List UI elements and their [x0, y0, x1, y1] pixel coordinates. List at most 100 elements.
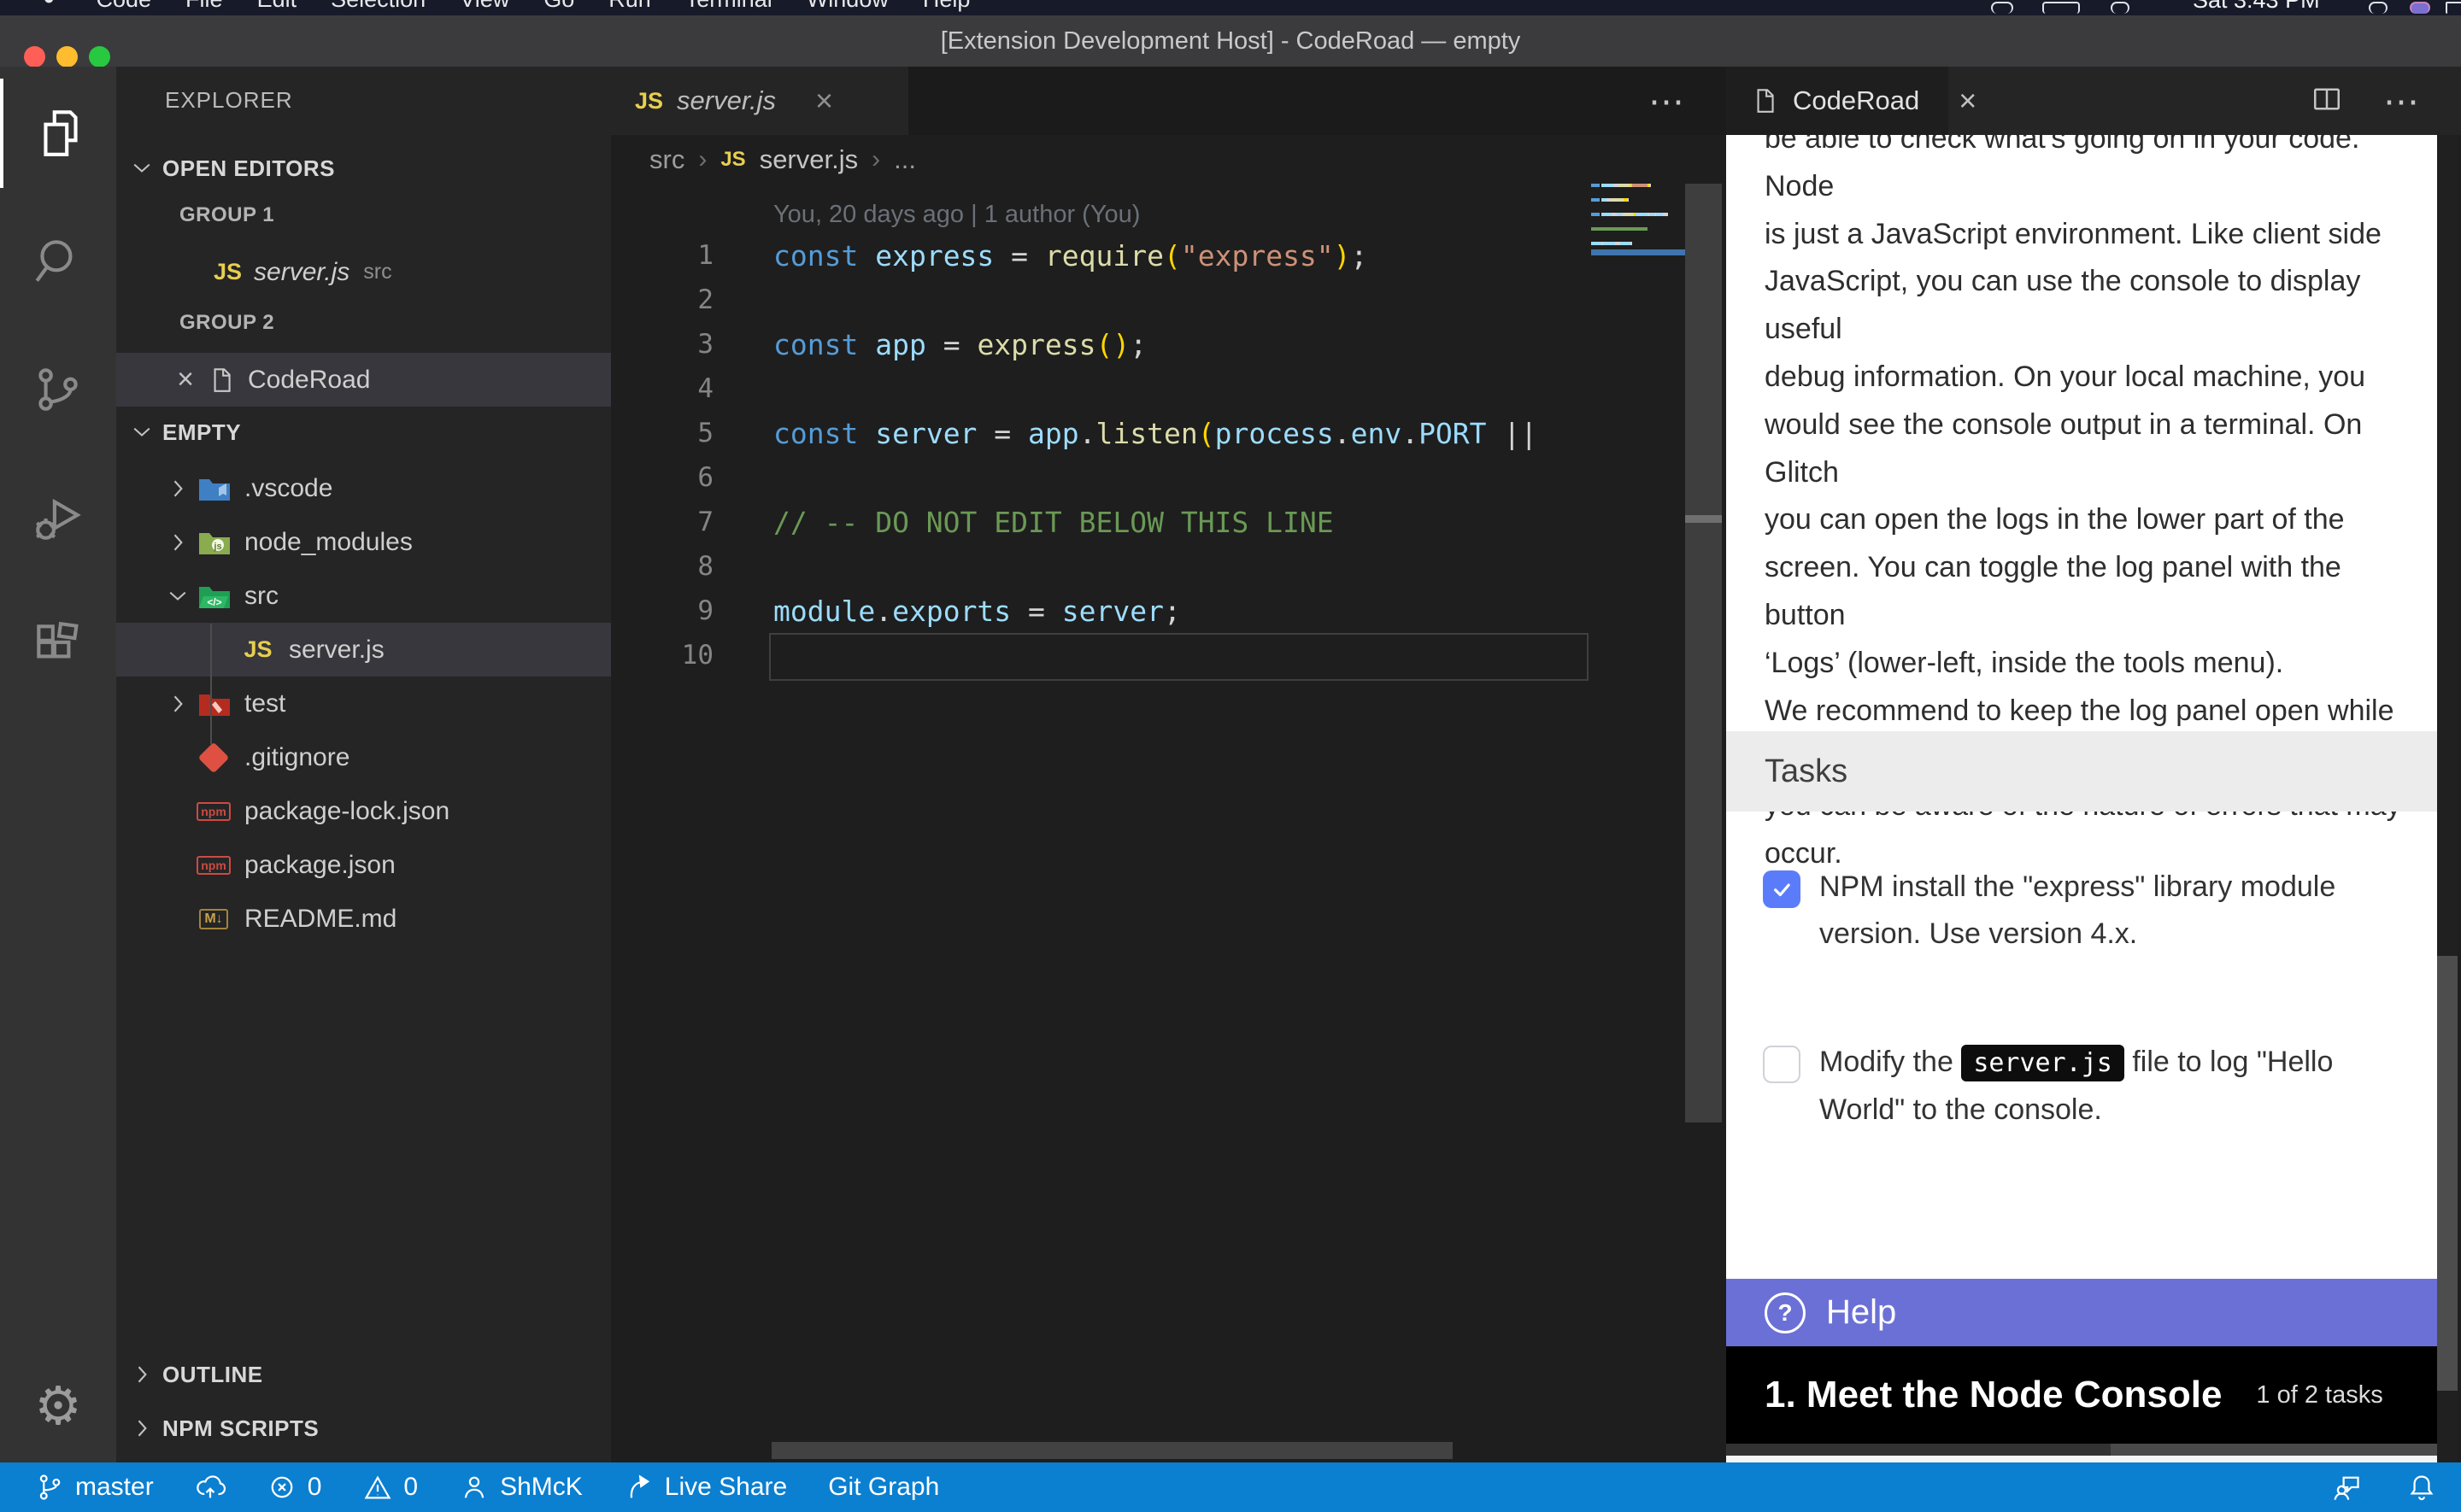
user-menu-icon[interactable]: [2410, 2, 2430, 14]
code-line[interactable]: 8: [611, 544, 1594, 589]
close-tab-icon[interactable]: ×: [1959, 83, 1976, 119]
activity-item-source-control[interactable]: [0, 335, 116, 444]
code-line[interactable]: 2: [611, 278, 1594, 322]
menu-item-terminal[interactable]: Terminal: [685, 0, 772, 13]
task-checkbox-unchecked[interactable]: [1763, 1046, 1800, 1083]
code-line[interactable]: 4: [611, 366, 1594, 411]
menu-items[interactable]: ● Code File Edit Selection View Go Run Terminal W…: [43, 0, 970, 13]
live-share-status[interactable]: Live Share: [624, 1472, 787, 1503]
scrollbar-thumb[interactable]: [1685, 515, 1722, 523]
section-open-editors[interactable]: OPEN EDITORS: [116, 144, 611, 193]
activity-item-explorer[interactable]: [0, 79, 120, 188]
menu-item-run[interactable]: Run: [608, 0, 651, 13]
activity-item-search[interactable]: [0, 207, 116, 316]
activity-item-settings[interactable]: ⚙: [0, 1352, 116, 1462]
open-editor-item-server-js[interactable]: JSserver.jssrc: [116, 245, 611, 299]
code-editor[interactable]: 1const express = require("express");23co…: [611, 233, 1594, 677]
section-folder-empty[interactable]: EMPTY: [116, 407, 611, 457]
warnings-status[interactable]: 0: [362, 1472, 418, 1503]
chevron-right-icon[interactable]: [166, 692, 195, 716]
more-actions-icon[interactable]: ⋯: [1648, 80, 1689, 122]
tree-item-node-modules[interactable]: jsnode_modules: [116, 515, 611, 569]
tab-server-js[interactable]: JS server.js ×: [611, 67, 908, 135]
section-npm-scripts[interactable]: NPM SCRIPTS: [116, 1404, 611, 1453]
vertical-scrollbar[interactable]: [1685, 184, 1722, 1122]
tree-item-src[interactable]: </>src: [116, 569, 611, 623]
tree-item--vscode[interactable]: .vscode: [116, 461, 611, 515]
webview-scrollbar[interactable]: [2437, 135, 2458, 1462]
chevron-right-icon[interactable]: [166, 477, 195, 501]
breadcrumb-folder[interactable]: src: [649, 144, 684, 175]
menubar-clock[interactable]: Sat 3:43 PM: [2193, 0, 2320, 14]
chevron-down-icon[interactable]: [166, 584, 195, 608]
tree-item-package-json[interactable]: npmpackage.json: [116, 838, 611, 892]
breadcrumb-file[interactable]: server.js: [760, 144, 858, 175]
person-icon: [459, 1472, 490, 1503]
tab-coderoad[interactable]: CodeRoad ×: [1726, 67, 1948, 135]
lesson-title-bar[interactable]: 1. Meet the Node Console 1 of 2 tasks: [1726, 1346, 2437, 1444]
tree-item-label: node_modules: [244, 528, 413, 557]
git-graph-status[interactable]: Git Graph: [828, 1473, 939, 1502]
split-editor-icon[interactable]: [2310, 82, 2344, 120]
code-line[interactable]: 3const app = express();: [611, 322, 1594, 366]
minimap-line: [1591, 227, 1648, 231]
menu-item-view[interactable]: View: [460, 0, 509, 13]
section-label: NPM SCRIPTS: [162, 1415, 319, 1442]
close-icon[interactable]: ×: [173, 363, 198, 396]
spotlight-icon[interactable]: [2369, 2, 2388, 14]
tree-item-server-js[interactable]: JSserver.js: [116, 623, 611, 677]
tab-label: CodeRoad: [1793, 85, 1919, 116]
status-label: Live Share: [665, 1473, 787, 1502]
activity-item-extensions[interactable]: [0, 591, 116, 700]
task-checkbox-checked[interactable]: [1763, 870, 1800, 908]
menu-item-selection[interactable]: Selection: [331, 0, 426, 13]
menu-item-edit[interactable]: Edit: [257, 0, 297, 13]
tree-item-readme-md[interactable]: M↓README.md: [116, 892, 611, 946]
menu-item-code[interactable]: Code: [97, 0, 152, 13]
help-icon: ?: [1765, 1292, 1806, 1333]
minimap[interactable]: [1591, 184, 1685, 355]
account-status[interactable]: ShMcK: [459, 1472, 583, 1503]
breadcrumb-symbol[interactable]: ...: [894, 144, 916, 175]
tree-item-label: README.md: [244, 905, 396, 934]
close-tab-icon[interactable]: ×: [815, 83, 833, 119]
tree-item-label: package-lock.json: [244, 797, 449, 826]
js-icon: JS: [720, 148, 745, 172]
apple-menu-icon[interactable]: ●: [43, 0, 56, 13]
files-icon: [33, 105, 90, 161]
horizontal-scrollbar[interactable]: [772, 1442, 1453, 1459]
errors-status[interactable]: 0: [267, 1472, 322, 1503]
open-editor-label: CodeRoad: [248, 366, 370, 395]
line-number: 8: [611, 551, 773, 582]
feedback-status[interactable]: [2331, 1472, 2362, 1503]
npm-icon: npm: [195, 802, 232, 821]
test-folder-icon: [195, 690, 232, 718]
more-actions-icon[interactable]: ⋯: [2383, 80, 2423, 122]
menu-item-go[interactable]: Go: [543, 0, 574, 13]
branch-status[interactable]: master: [34, 1472, 154, 1503]
code-line[interactable]: 6: [611, 455, 1594, 500]
chevron-right-icon[interactable]: [166, 530, 195, 554]
tree-item-package-lock-json[interactable]: npm package-lock.json: [116, 784, 611, 838]
code-line[interactable]: 5const server = app.listen(process.env.P…: [611, 411, 1594, 455]
run-debug-icon: [30, 489, 86, 546]
menu-item-help[interactable]: Help: [923, 0, 971, 13]
section-outline[interactable]: OUTLINE: [116, 1350, 611, 1399]
activity-item-run-debug[interactable]: [0, 463, 116, 572]
open-editor-item-coderoad[interactable]: × CodeRoad: [116, 353, 611, 407]
sync-status[interactable]: [195, 1472, 226, 1503]
menu-item-window[interactable]: Window: [807, 0, 889, 13]
code-line[interactable]: 10: [611, 633, 1594, 677]
code-line[interactable]: 1const express = require("express");: [611, 233, 1594, 278]
code-line[interactable]: 9module.exports = server;: [611, 589, 1594, 633]
breadcrumb[interactable]: src › JS server.js › ...: [649, 135, 916, 185]
code-line[interactable]: 7// -- DO NOT EDIT BELOW THIS LINE: [611, 500, 1594, 544]
notifications-status[interactable]: [2406, 1472, 2437, 1503]
help-bar[interactable]: ? Help: [1726, 1279, 2437, 1346]
tab-bar: CodeRoad × ⋯: [1726, 67, 2461, 135]
tree-item--gitignore[interactable]: .gitignore: [116, 730, 611, 784]
menu-item-file[interactable]: File: [185, 0, 223, 13]
control-center-icon[interactable]: [2446, 2, 2461, 14]
tree-item-test[interactable]: test: [116, 677, 611, 730]
scrollbar-thumb[interactable]: [2437, 956, 2458, 1391]
